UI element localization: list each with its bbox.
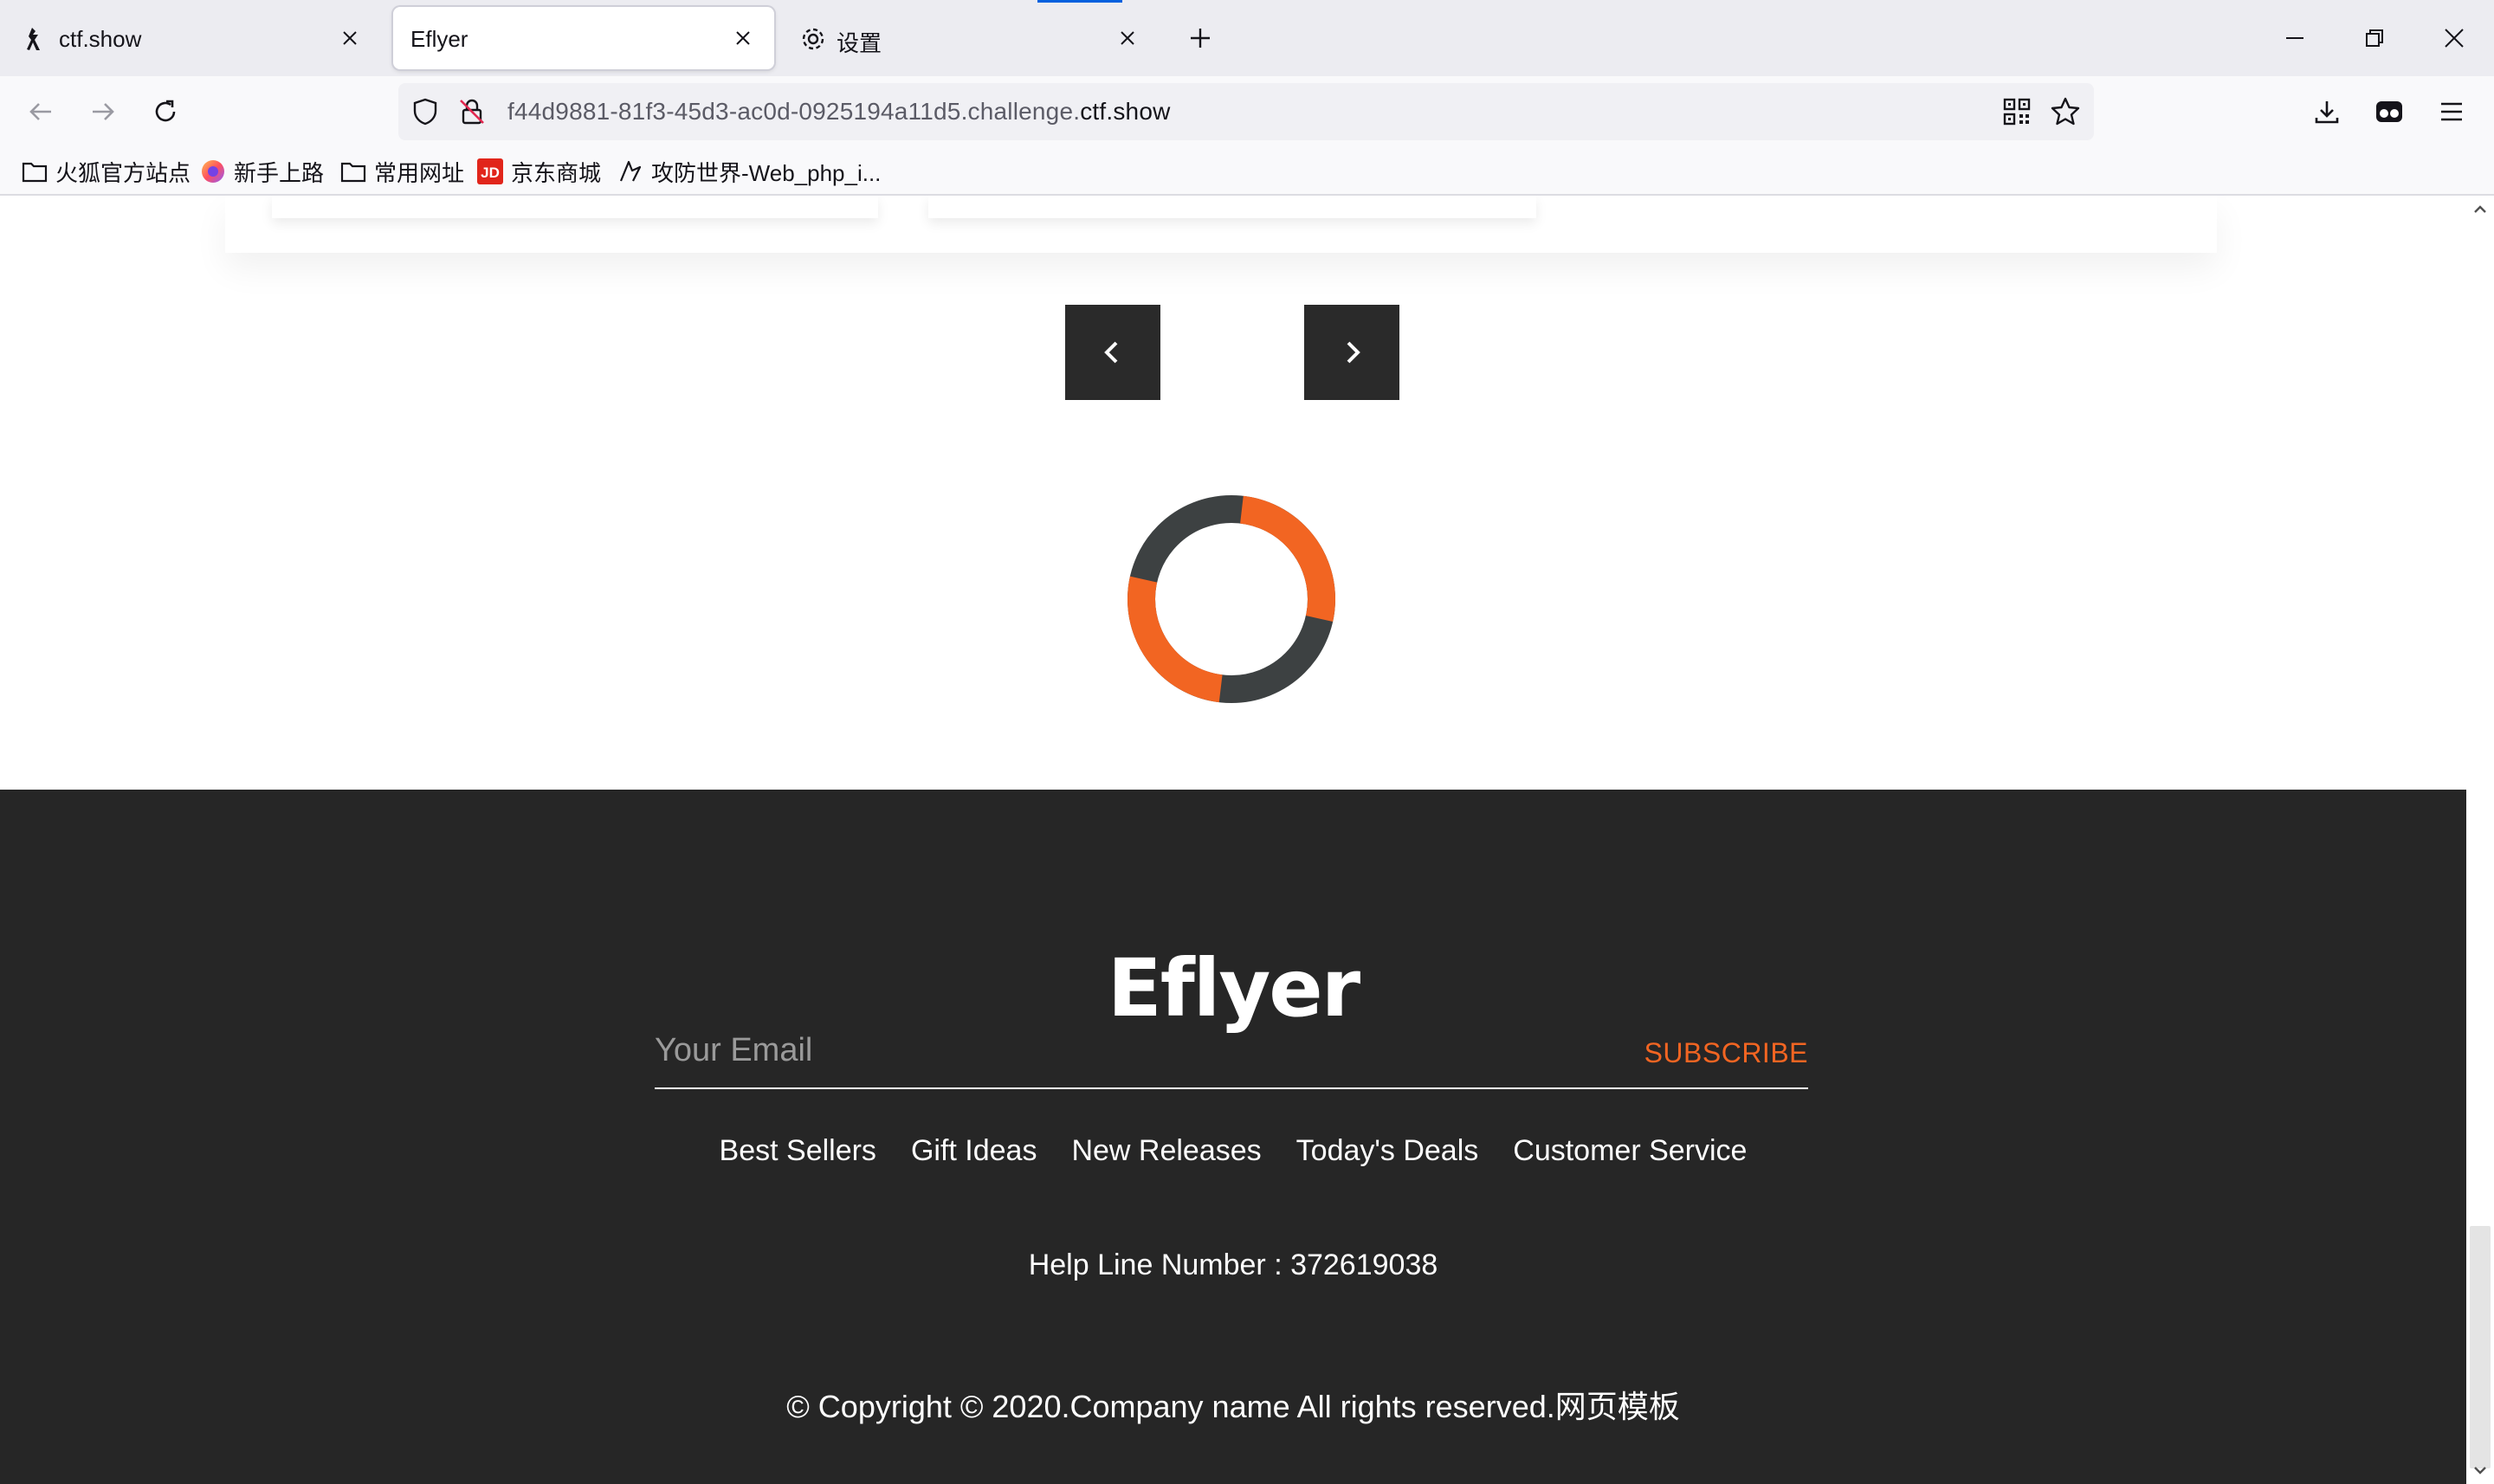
reload-button[interactable] [145, 92, 185, 132]
insecure-lock-icon[interactable] [457, 97, 487, 126]
helpline-text: Help Line Number : 372619038 [1028, 1248, 1438, 1281]
tab-strip: ctf.show Eflyer 设置 [0, 0, 2494, 76]
bookmarks-toolbar: 火狐官方站点 新手上路 常用网址 JD 京东商城 攻防世界-Web_php_i.… [0, 147, 2494, 196]
bookmark-firefox-official[interactable]: 火狐官方站点 [21, 156, 191, 187]
url-path: f44d9881-81f3-45d3-ac0d-0925194a11d5.cha… [507, 98, 1081, 125]
bookmark-star-icon[interactable] [2049, 95, 2082, 128]
ctfshow-icon [23, 26, 48, 52]
back-button[interactable] [21, 92, 61, 132]
scroll-down-arrow-icon[interactable] [2471, 1461, 2489, 1479]
footer-link-customer-service[interactable]: Customer Service [1513, 1134, 1747, 1168]
close-icon[interactable] [727, 23, 759, 54]
close-window-button[interactable] [2414, 0, 2494, 76]
chevron-right-icon [1347, 341, 1360, 364]
folder-icon [339, 158, 367, 185]
bookmark-adworld[interactable]: 攻防世界-Web_php_i... [617, 156, 881, 187]
bookmark-common-sites[interactable]: 常用网址 [339, 156, 464, 187]
firefox-icon [199, 158, 227, 185]
newsletter-form: SUBSCRIBE [655, 1020, 1808, 1089]
tab-title: ctf.show [59, 26, 142, 52]
gear-icon [800, 26, 826, 52]
bookmark-jd[interactable]: JD 京东商城 [476, 156, 601, 187]
page-scrollbar[interactable] [2466, 196, 2494, 1484]
folder-icon [21, 158, 48, 185]
footer-nav: Best Sellers Gift Ideas New Releases Tod… [0, 1134, 2466, 1168]
page-viewport: Eflyer SUBSCRIBE Best Sellers Gift Ideas… [0, 196, 2466, 1484]
new-tab-button[interactable] [1185, 23, 1216, 54]
bookmark-label: 常用网址 [374, 159, 465, 186]
bookmark-getting-started[interactable]: 新手上路 [199, 156, 324, 187]
bookmark-label: 京东商城 [511, 159, 602, 186]
tab-settings[interactable]: 设置 [783, 7, 1159, 69]
carousel-next-button[interactable] [1304, 305, 1399, 400]
jd-icon: JD [476, 158, 504, 185]
footer-link-best-sellers[interactable]: Best Sellers [720, 1134, 876, 1168]
footer-link-gift-ideas[interactable]: Gift Ideas [911, 1134, 1037, 1168]
window-controls [2255, 0, 2494, 76]
scrollbar-thumb[interactable] [2470, 1226, 2491, 1468]
bookmark-label: 攻防世界-Web_php_i... [651, 159, 882, 186]
svg-text:JD: JD [481, 165, 500, 181]
account-button[interactable] [2369, 92, 2409, 132]
tab-ctfshow[interactable]: ctf.show [5, 7, 381, 69]
url-domain: ctf.show [1080, 98, 1171, 125]
product-card [928, 196, 1536, 218]
footer-link-new-releases[interactable]: New Releases [1071, 1134, 1261, 1168]
carousel-prev-button[interactable] [1065, 305, 1160, 400]
footer-link-todays-deals[interactable]: Today's Deals [1296, 1134, 1479, 1168]
product-card [272, 196, 878, 218]
loading-spinner [1127, 495, 1335, 703]
menu-button[interactable] [2432, 92, 2471, 132]
qr-code-icon[interactable] [2002, 97, 2032, 126]
tab-eflyer[interactable]: Eflyer [393, 7, 774, 69]
bookmark-label: 火狐官方站点 [55, 159, 191, 186]
close-icon[interactable] [1112, 23, 1143, 54]
close-icon[interactable] [334, 23, 365, 54]
downloads-button[interactable] [2307, 92, 2347, 132]
tab-title: 设置 [837, 30, 882, 56]
subscribe-button[interactable]: SUBSCRIBE [1644, 1037, 1808, 1069]
navigation-toolbar: f44d9881-81f3-45d3-ac0d-0925194a11d5.cha… [0, 76, 2494, 147]
email-field[interactable] [655, 1020, 1607, 1081]
scroll-up-arrow-icon[interactable] [2471, 201, 2489, 218]
copyright-text: © Copyright © 2020.Company name All righ… [786, 1389, 1680, 1424]
forward-button[interactable] [83, 92, 123, 132]
chevron-left-icon [1104, 341, 1118, 364]
footer: Eflyer SUBSCRIBE Best Sellers Gift Ideas… [0, 790, 2466, 1484]
restore-button[interactable] [2335, 0, 2414, 76]
bookmark-label: 新手上路 [234, 159, 325, 186]
minimize-button[interactable] [2255, 0, 2335, 76]
shield-icon[interactable] [410, 97, 440, 126]
tab-overflow-indicator [1037, 0, 1122, 3]
tab-title: Eflyer [410, 26, 468, 52]
address-bar[interactable]: f44d9881-81f3-45d3-ac0d-0925194a11d5.cha… [398, 83, 2094, 140]
adworld-icon [617, 158, 644, 185]
url-text[interactable]: f44d9881-81f3-45d3-ac0d-0925194a11d5.cha… [507, 98, 1171, 126]
